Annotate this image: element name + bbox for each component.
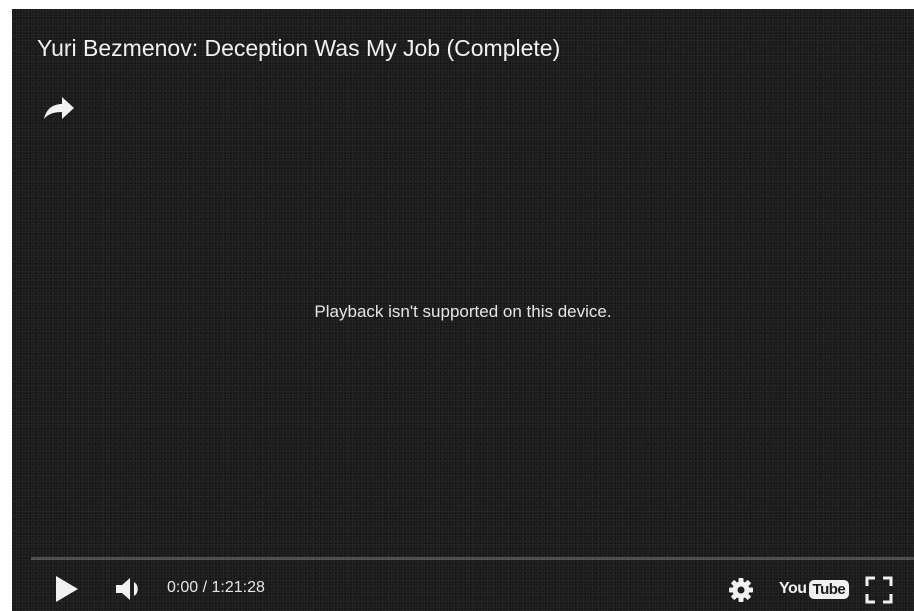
fullscreen-button[interactable] — [865, 576, 893, 604]
youtube-logo-tube: Tube — [808, 579, 850, 599]
progress-bar[interactable] — [31, 557, 914, 560]
share-button[interactable] — [41, 93, 77, 123]
control-bar: 0:00 / 1:21:28 You Tube — [12, 561, 914, 611]
youtube-logo-you: You — [779, 580, 807, 597]
play-button[interactable] — [56, 576, 78, 602]
playback-error-message: Playback isn't supported on this device. — [314, 302, 612, 321]
page-top-margin — [0, 0, 914, 9]
youtube-logo[interactable]: You Tube — [779, 577, 850, 601]
video-player[interactable]: Yuri Bezmenov: Deception Was My Job (Com… — [12, 9, 914, 611]
fullscreen-icon — [865, 576, 893, 604]
gear-icon — [729, 578, 753, 602]
play-icon — [56, 576, 78, 602]
volume-button[interactable] — [115, 576, 145, 602]
time-display: 0:00 / 1:21:28 — [167, 579, 265, 596]
settings-button[interactable] — [728, 577, 754, 603]
volume-icon — [116, 578, 138, 600]
share-arrow-icon — [44, 97, 74, 119]
video-title[interactable]: Yuri Bezmenov: Deception Was My Job (Com… — [37, 35, 560, 62]
